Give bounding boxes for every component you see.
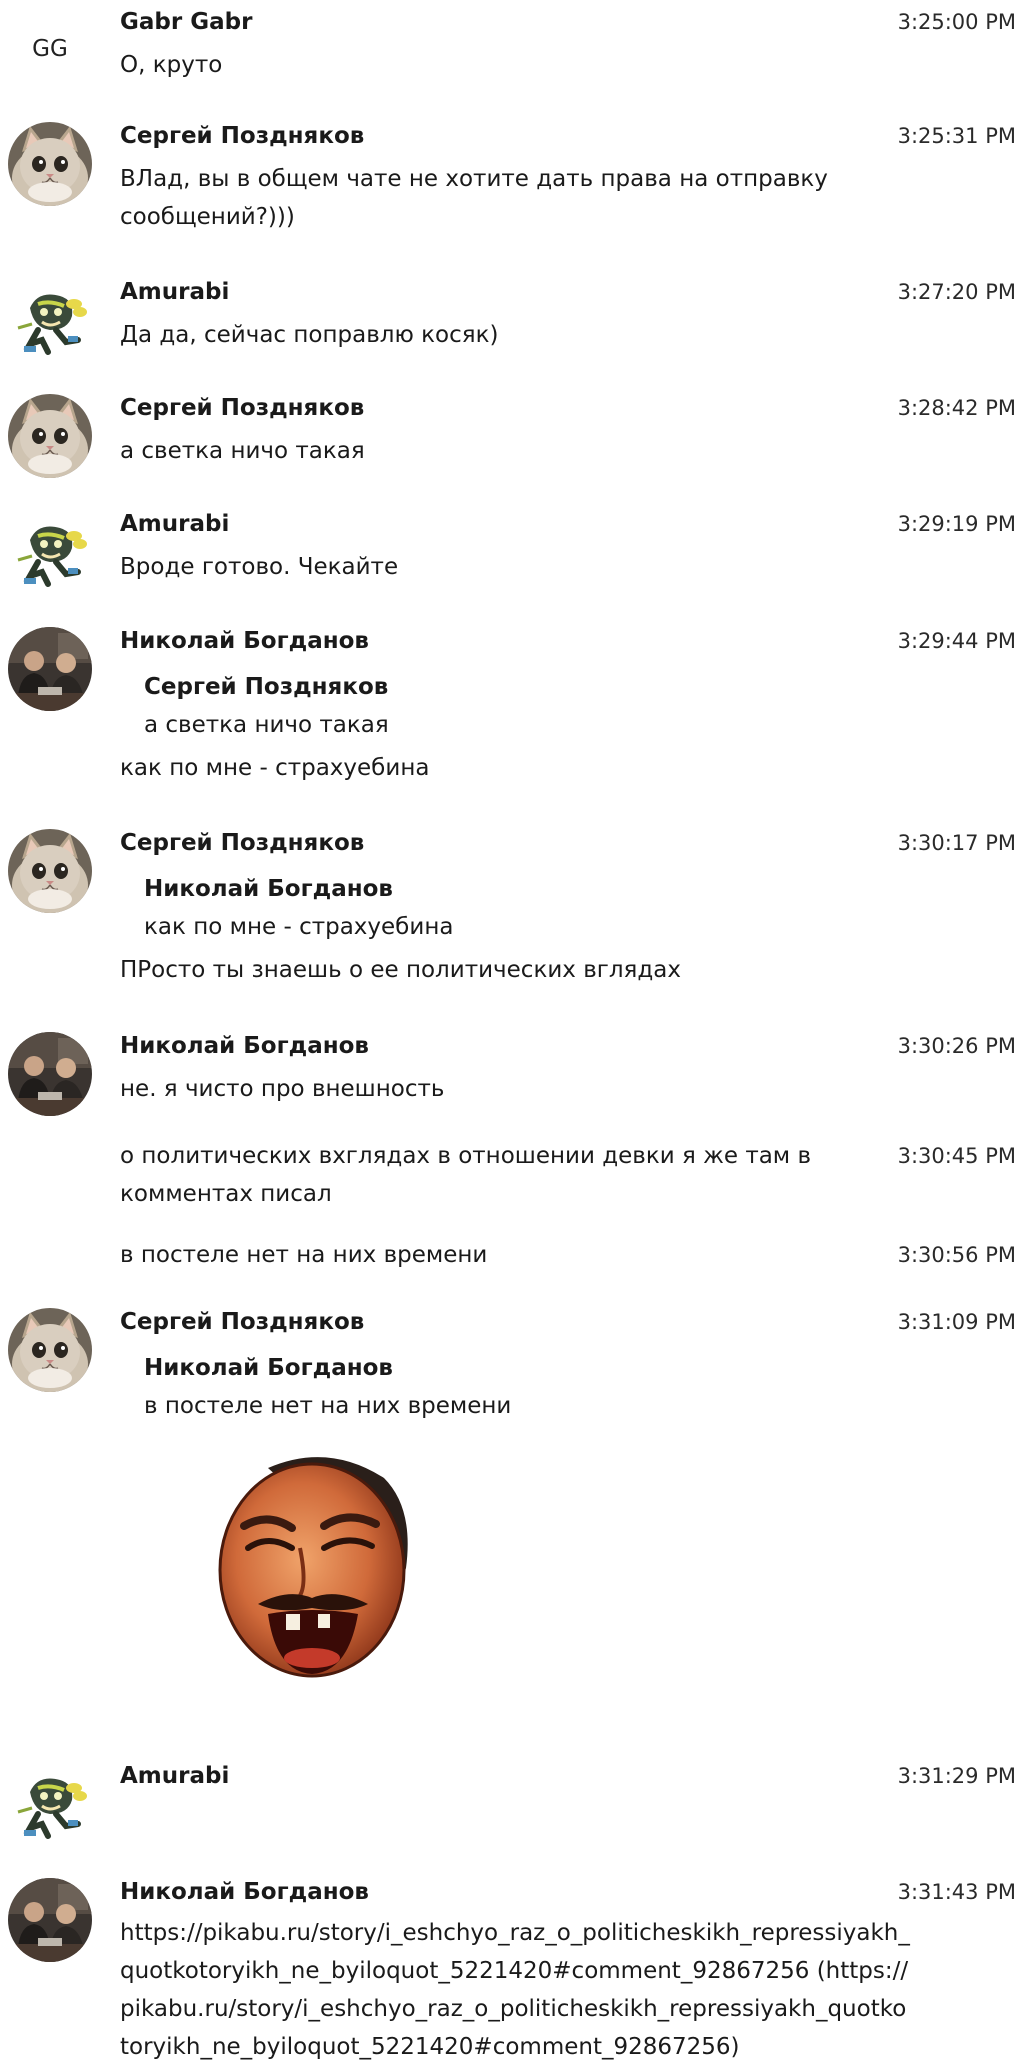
message-item: 3:30:45 PM о политических вхглядах в отн… [0,1142,1018,1218]
message-text: Вроде готово. Чекайте [120,554,399,580]
author-name[interactable]: Николай Богданов [120,627,369,655]
message-item: Amurabi 3:29:19 PM Вроде готово. Чекайте [0,510,1018,600]
message-link[interactable]: https://pikabu.ru/story/i_eshchyo_raz_o_… [120,1914,910,2062]
author-name[interactable]: Amurabi [120,510,229,538]
message-time: 3:30:45 PM [897,1144,1016,1168]
author-name[interactable]: Amurabi [120,278,229,306]
message-time: 3:29:19 PM [897,512,1016,536]
message-text: Да да, сейчас поправлю косяк) [120,322,499,348]
message-item: Николай Богданов 3:29:44 PM Сергей Поздн… [0,627,1018,797]
message-time: 3:25:00 PM [897,10,1016,34]
message-item: GG Gabr Gabr 3:25:00 PM О, круто [0,8,1018,94]
message-text: в постеле нет на них времени [120,1242,488,1268]
message-text: о политических вхглядах в отношении девк… [120,1143,812,1207]
author-name[interactable]: Amurabi [120,1762,229,1790]
message-time: 3:31:09 PM [897,1310,1016,1334]
message-time: 3:29:44 PM [897,629,1016,653]
cat-avatar-icon[interactable] [8,394,92,478]
message-item: Amurabi 3:27:20 PM Да да, сейчас поправл… [0,278,1018,368]
message-time: 3:30:56 PM [897,1243,1016,1267]
cat-avatar-icon[interactable] [8,122,92,206]
message-item: Amurabi 3:31:29 PM [0,1762,1018,1852]
message-text: а светка ничо такая [120,438,365,464]
message-time: 3:31:43 PM [897,1880,1016,1904]
message-time: 3:28:42 PM [897,396,1016,420]
message-time: 3:31:29 PM [897,1764,1016,1788]
message-time: 3:30:26 PM [897,1034,1016,1058]
message-item: Николай Богданов 3:30:26 PM не. я чисто … [0,1032,1018,1122]
message-text: ВЛад, вы в общем чате не хотите дать пра… [120,166,828,230]
quote-author: Николай Богданов [144,876,393,902]
ninja-avatar-icon[interactable] [8,278,92,362]
ninja-avatar-icon[interactable] [8,510,92,594]
people-photo-avatar-icon[interactable] [8,627,92,711]
quote-text: а светка ничо такая [144,712,389,738]
cat-avatar-icon[interactable] [8,829,92,913]
message-text: как по мне - страхуебина [120,755,430,781]
author-name[interactable]: Gabr Gabr [120,8,252,36]
message-item: Сергей Поздняков 3:25:31 PM ВЛад, вы в о… [0,122,1018,252]
message-time: 3:30:17 PM [897,831,1016,855]
message-item: Сергей Поздняков 3:28:42 PM а светка нич… [0,394,1018,484]
message-time: 3:27:20 PM [897,280,1016,304]
people-photo-avatar-icon[interactable] [8,1878,92,1962]
cat-avatar-icon[interactable] [8,1308,92,1392]
message-text: не. я чисто про внешность [120,1076,445,1102]
author-name[interactable]: Сергей Поздняков [120,829,364,857]
author-name[interactable]: Сергей Поздняков [120,394,364,422]
author-name[interactable]: Николай Богданов [120,1032,369,1060]
author-name[interactable]: Сергей Поздняков [120,1308,364,1336]
people-photo-avatar-icon[interactable] [8,1032,92,1116]
message-item: Николай Богданов 3:31:43 PM https://pika… [0,1878,1018,2062]
message-text: О, круто [120,52,223,78]
message-time: 3:25:31 PM [897,124,1016,148]
quote-author: Сергей Поздняков [144,674,389,700]
message-item: Сергей Поздняков 3:30:17 PM Николай Богд… [0,829,1018,999]
message-item: 3:30:56 PM в постеле нет на них времени [0,1241,1018,1281]
avatar-initials[interactable]: GG [8,14,92,84]
ninja-avatar-icon[interactable] [8,1762,92,1846]
author-name[interactable]: Сергей Поздняков [120,122,364,150]
message-item: Сергей Поздняков 3:31:09 PM Николай Богд… [0,1308,1018,1708]
quote-text: как по мне - страхуебина [144,914,454,940]
author-name[interactable]: Николай Богданов [120,1878,369,1906]
laughing-man-sticker[interactable] [208,1448,420,1680]
quote-text: в постеле нет на них времени [144,1393,512,1419]
message-text: ПРосто ты знаешь о ее политических вгляд… [120,957,681,983]
quote-author: Николай Богданов [144,1355,393,1381]
